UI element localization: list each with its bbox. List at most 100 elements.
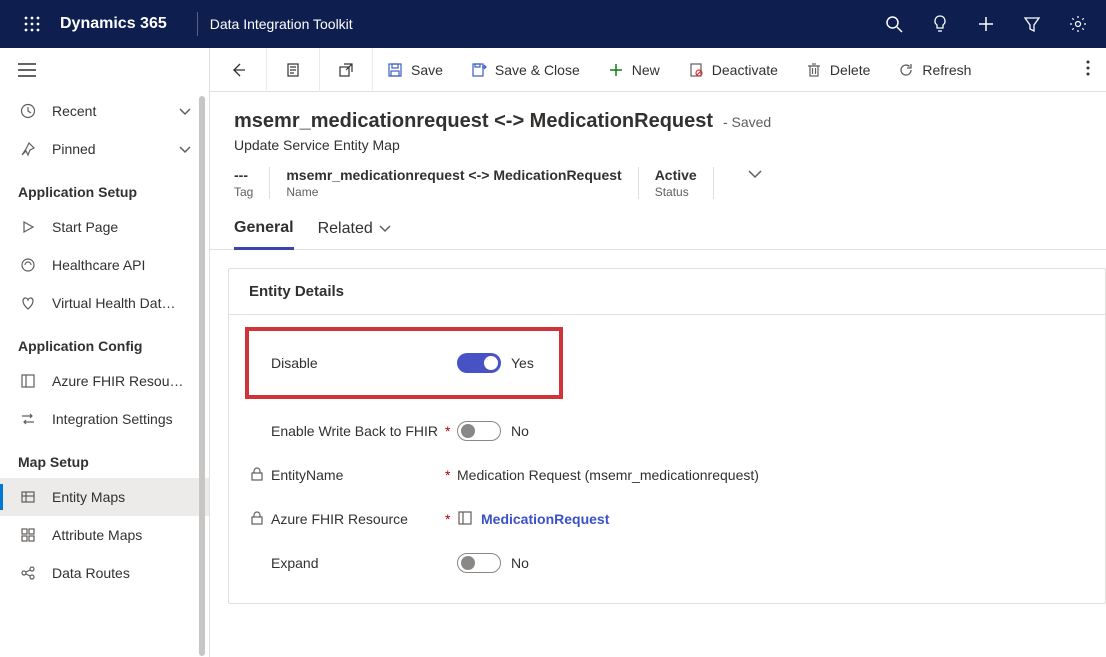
- play-icon: [18, 220, 38, 234]
- notes-button[interactable]: [267, 48, 320, 92]
- cmd-label: Delete: [830, 62, 870, 78]
- chevron-down-icon: [379, 225, 391, 233]
- meta-tag-label: Tag: [234, 185, 253, 199]
- sidebar-item-entity-maps[interactable]: Entity Maps: [0, 478, 209, 516]
- pin-icon: [18, 141, 38, 157]
- panel-title: Entity Details: [229, 269, 1105, 315]
- meta-status-value: Active: [655, 167, 697, 183]
- lock-icon: [251, 511, 271, 528]
- deactivate-button[interactable]: Deactivate: [674, 48, 792, 92]
- lookup-azure-fhir[interactable]: MedicationRequest: [457, 510, 609, 529]
- tab-label: General: [234, 219, 294, 237]
- meta-chevron-icon[interactable]: [748, 167, 762, 183]
- sidebar-item-azure-fhir[interactable]: Azure FHIR Resou…: [0, 362, 209, 400]
- meta-tag-value: ---: [234, 167, 253, 183]
- resource-icon: [18, 373, 38, 389]
- command-bar: Save Save & Close New Deactivate Delete …: [210, 48, 1106, 92]
- sidebar-item-label: Pinned: [52, 141, 179, 157]
- toggle-value: Yes: [511, 355, 534, 371]
- sidebar-item-label: Integration Settings: [52, 411, 191, 427]
- sidebar-header-app-config: Application Config: [0, 322, 209, 362]
- clock-icon: [18, 103, 38, 119]
- overflow-menu-button[interactable]: [1070, 60, 1106, 79]
- field-label-disable: Disable: [271, 355, 445, 371]
- required-marker: *: [445, 511, 457, 527]
- delete-button[interactable]: Delete: [792, 48, 884, 92]
- sidebar-item-virtual-health[interactable]: Virtual Health Dat…: [0, 284, 209, 322]
- app-name-label: Data Integration Toolkit: [210, 16, 353, 32]
- toggle-writeback[interactable]: [457, 421, 501, 441]
- tab-label: Related: [318, 220, 373, 238]
- required-marker: *: [445, 467, 457, 483]
- sidebar-item-label: Recent: [52, 103, 179, 119]
- cmd-label: Deactivate: [712, 62, 778, 78]
- sidebar-item-healthcare-api[interactable]: Healthcare API: [0, 246, 209, 284]
- save-button[interactable]: Save: [373, 48, 457, 92]
- sidebar-item-attribute-maps[interactable]: Attribute Maps: [0, 516, 209, 554]
- sidebar-item-label: Data Routes: [52, 565, 191, 581]
- resource-icon: [457, 510, 473, 529]
- tab-general[interactable]: General: [234, 219, 294, 250]
- record-title: msemr_medicationrequest <-> MedicationRe…: [234, 110, 713, 132]
- meta-status-label: Status: [655, 185, 697, 199]
- cmd-label: Save & Close: [495, 62, 580, 78]
- filter-icon[interactable]: [1022, 14, 1042, 34]
- api-icon: [18, 257, 38, 273]
- brand-label[interactable]: Dynamics 365: [60, 15, 167, 33]
- sidebar-item-label: Healthcare API: [52, 257, 191, 273]
- toggle-value: No: [511, 555, 529, 571]
- cmd-label: Refresh: [922, 62, 971, 78]
- sidebar-header-app-setup: Application Setup: [0, 168, 209, 208]
- sidebar-item-integration[interactable]: Integration Settings: [0, 400, 209, 438]
- new-button[interactable]: New: [594, 48, 674, 92]
- toggle-value: No: [511, 423, 529, 439]
- grid-icon: [18, 527, 38, 543]
- open-new-button[interactable]: [320, 48, 373, 92]
- highlighted-region: Disable Yes: [245, 327, 563, 399]
- chevron-down-icon: [179, 103, 191, 119]
- plus-icon[interactable]: [976, 14, 996, 34]
- record-subtitle: Update Service Entity Map: [234, 137, 1082, 153]
- record-save-state: - Saved: [723, 114, 771, 130]
- arrows-icon: [18, 411, 38, 427]
- hamburger-button[interactable]: [0, 48, 209, 92]
- back-button[interactable]: [210, 48, 267, 92]
- sidebar-header-map-setup: Map Setup: [0, 438, 209, 478]
- field-label-writeback: Enable Write Back to FHIR: [271, 423, 445, 439]
- meta-name-value: msemr_medicationrequest <-> MedicationRe…: [286, 167, 621, 183]
- sidebar-item-data-routes[interactable]: Data Routes: [0, 554, 209, 592]
- sidebar-item-recent[interactable]: Recent: [0, 92, 209, 130]
- entity-icon: [18, 489, 38, 505]
- toggle-expand[interactable]: [457, 553, 501, 573]
- sidebar-item-pinned[interactable]: Pinned: [0, 130, 209, 168]
- lookup-value: MedicationRequest: [481, 511, 609, 527]
- tab-related[interactable]: Related: [318, 219, 391, 249]
- sidebar-item-label: Attribute Maps: [52, 527, 191, 543]
- cmd-label: New: [632, 62, 660, 78]
- sidebar-item-label: Virtual Health Dat…: [52, 295, 191, 311]
- sidebar-scrollbar[interactable]: [199, 96, 205, 656]
- sidebar-item-label: Start Page: [52, 219, 191, 235]
- share-icon: [18, 565, 38, 581]
- meta-name-label: Name: [286, 185, 621, 199]
- field-label-entityname: EntityName: [271, 467, 445, 483]
- field-label-azure-fhir: Azure FHIR Resource: [271, 511, 445, 527]
- heart-icon: [18, 295, 38, 311]
- cmd-label: Save: [411, 62, 443, 78]
- chevron-down-icon: [179, 141, 191, 157]
- lock-icon: [251, 467, 271, 484]
- toggle-disable[interactable]: [457, 353, 501, 373]
- refresh-button[interactable]: Refresh: [884, 48, 985, 92]
- gear-icon[interactable]: [1068, 14, 1088, 34]
- lightbulb-icon[interactable]: [930, 14, 950, 34]
- topbar-divider: [197, 12, 198, 36]
- sidebar-item-label: Azure FHIR Resou…: [52, 373, 191, 389]
- field-label-expand: Expand: [271, 555, 445, 571]
- app-launcher-icon[interactable]: [8, 16, 56, 32]
- field-value-entityname: Medication Request (msemr_medicationrequ…: [457, 467, 759, 483]
- search-icon[interactable]: [884, 14, 904, 34]
- sidebar-item-label: Entity Maps: [52, 489, 191, 505]
- required-marker: *: [445, 423, 457, 439]
- save-close-button[interactable]: Save & Close: [457, 48, 594, 92]
- sidebar-item-start-page[interactable]: Start Page: [0, 208, 209, 246]
